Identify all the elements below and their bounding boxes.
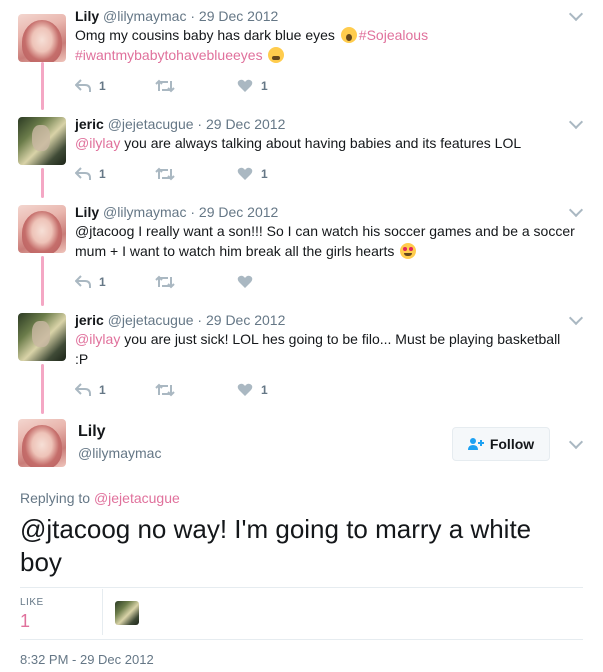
avatar[interactable] bbox=[18, 117, 66, 165]
reply-icon bbox=[75, 79, 91, 92]
author-handle[interactable]: @lilymaymac bbox=[103, 204, 186, 220]
avatar[interactable] bbox=[18, 205, 66, 253]
tweet-text: @jtacoog I really want a son!!! So I can… bbox=[75, 221, 575, 261]
divider bbox=[20, 587, 583, 588]
main-tweet-author-handle[interactable]: @lilymaymac bbox=[78, 444, 161, 462]
main-tweet-avatar[interactable] bbox=[18, 419, 66, 467]
reply-count: 1 bbox=[99, 383, 106, 397]
reply-count: 1 bbox=[99, 275, 106, 289]
author-name[interactable]: jeric bbox=[75, 312, 104, 328]
chevron-down-icon[interactable] bbox=[569, 116, 583, 130]
separator: · bbox=[197, 116, 203, 132]
retweet-icon bbox=[155, 167, 175, 181]
tweet-text-body: you are always talking about having babi… bbox=[120, 135, 522, 151]
reply-count: 1 bbox=[99, 79, 106, 93]
like-button[interactable]: 1 bbox=[237, 381, 268, 399]
thread-tweet[interactable]: jeric @jejetacugue · 29 Dec 2012 @ilylay… bbox=[0, 108, 603, 194]
retweet-icon bbox=[155, 275, 175, 289]
reply-button[interactable]: 1 bbox=[75, 77, 106, 95]
replying-to-label: Replying to bbox=[20, 490, 91, 506]
thread-tweet[interactable]: Lily @lilymaymac · 29 Dec 2012 Omg my co… bbox=[0, 0, 603, 106]
liker-avatar[interactable] bbox=[115, 601, 139, 625]
retweet-icon bbox=[155, 79, 175, 93]
heart-icon bbox=[237, 167, 253, 180]
tweet-text-body: @jtacoog I really want a son!!! So I can… bbox=[75, 223, 575, 259]
like-count: 1 bbox=[261, 79, 268, 93]
chevron-down-icon[interactable] bbox=[569, 436, 583, 450]
like-stat-count[interactable]: 1 bbox=[20, 611, 30, 632]
tweet-text-body: Omg my cousins baby has dark blue eyes bbox=[75, 27, 335, 43]
reply-button[interactable]: 1 bbox=[75, 165, 106, 183]
hashtag-link[interactable]: #iwantmybabytohaveblueeyes bbox=[75, 47, 263, 63]
tweet-text-body: you are just sick! LOL hes going to be f… bbox=[75, 331, 561, 367]
tweet-text: @ilylay you are just sick! LOL hes going… bbox=[75, 329, 575, 369]
author-handle[interactable]: @jejetacugue bbox=[108, 116, 194, 132]
reply-button[interactable]: 1 bbox=[75, 381, 106, 399]
mention-link[interactable]: @ilylay bbox=[75, 135, 120, 151]
reply-count: 1 bbox=[99, 167, 106, 181]
author-handle[interactable]: @jejetacugue bbox=[108, 312, 194, 328]
reply-button[interactable]: 1 bbox=[75, 273, 106, 291]
retweet-button[interactable] bbox=[155, 77, 183, 95]
tweet-text: Omg my cousins baby has dark blue eyes #… bbox=[75, 25, 575, 65]
separator: · bbox=[190, 8, 196, 24]
retweet-button[interactable] bbox=[155, 273, 183, 291]
author-handle[interactable]: @lilymaymac bbox=[103, 8, 186, 24]
tweet-header: jeric @jejetacugue · 29 Dec 2012 bbox=[75, 311, 285, 329]
like-button[interactable]: 1 bbox=[237, 77, 268, 95]
tweet-date[interactable]: 29 Dec 2012 bbox=[199, 204, 278, 220]
retweet-button[interactable] bbox=[155, 165, 183, 183]
like-button[interactable] bbox=[237, 273, 261, 291]
follow-button-label: Follow bbox=[489, 436, 535, 452]
chevron-down-icon[interactable] bbox=[569, 312, 583, 326]
thread-tweet[interactable]: Lily @lilymaymac · 29 Dec 2012 @jtacoog … bbox=[0, 196, 603, 302]
hashtag-link[interactable]: #Sojealous bbox=[359, 27, 428, 43]
like-stat-label: LIKE bbox=[20, 597, 44, 608]
author-name[interactable]: jeric bbox=[75, 116, 104, 132]
tweet-header: Lily @lilymaymac · 29 Dec 2012 bbox=[75, 7, 278, 25]
reply-icon bbox=[75, 167, 91, 180]
tweet-text: @ilylay you are always talking about hav… bbox=[75, 133, 575, 153]
avatar[interactable] bbox=[18, 313, 66, 361]
tweet-date[interactable]: 29 Dec 2012 bbox=[206, 312, 285, 328]
like-count: 1 bbox=[261, 383, 268, 397]
heart-icon bbox=[237, 275, 253, 288]
reply-icon bbox=[75, 275, 91, 288]
tweet-date[interactable]: 29 Dec 2012 bbox=[199, 8, 278, 24]
scream-emoji-icon bbox=[340, 27, 357, 43]
heart-icon bbox=[237, 79, 253, 92]
chevron-down-icon[interactable] bbox=[569, 8, 583, 22]
main-tweet-text: @jtacoog no way! I'm going to marry a wh… bbox=[20, 514, 532, 577]
separator: · bbox=[190, 204, 196, 220]
tweet-timestamp[interactable]: 8:32 PM - 29 Dec 2012 bbox=[20, 652, 154, 667]
replying-to: Replying to @jejetacugue bbox=[20, 489, 180, 507]
author-name[interactable]: Lily bbox=[75, 204, 99, 220]
follow-user-icon bbox=[467, 438, 484, 450]
reply-icon bbox=[75, 383, 91, 396]
thread-tweet[interactable]: jeric @jejetacugue · 29 Dec 2012 @ilylay… bbox=[0, 304, 603, 410]
main-tweet-author-name[interactable]: Lily bbox=[78, 422, 106, 442]
retweet-button[interactable] bbox=[155, 381, 183, 399]
follow-button[interactable]: Follow bbox=[452, 427, 550, 461]
heart-eyes-emoji-icon bbox=[400, 243, 417, 259]
tweet-date[interactable]: 29 Dec 2012 bbox=[206, 116, 285, 132]
tweet-header: jeric @jejetacugue · 29 Dec 2012 bbox=[75, 115, 285, 133]
author-name[interactable]: Lily bbox=[75, 8, 99, 24]
avatar[interactable] bbox=[18, 14, 66, 62]
like-button[interactable]: 1 bbox=[237, 165, 268, 183]
like-count: 1 bbox=[261, 167, 268, 181]
separator: · bbox=[197, 312, 203, 328]
heart-icon bbox=[237, 383, 253, 396]
replying-to-link[interactable]: @jejetacugue bbox=[94, 490, 180, 506]
chevron-down-icon[interactable] bbox=[569, 204, 583, 218]
stat-separator bbox=[102, 589, 103, 635]
tweet-header: Lily @lilymaymac · 29 Dec 2012 bbox=[75, 203, 278, 221]
divider bbox=[20, 639, 583, 640]
retweet-icon bbox=[155, 383, 175, 397]
mention-link[interactable]: @ilylay bbox=[75, 331, 120, 347]
tired-face-emoji-icon bbox=[268, 47, 285, 63]
